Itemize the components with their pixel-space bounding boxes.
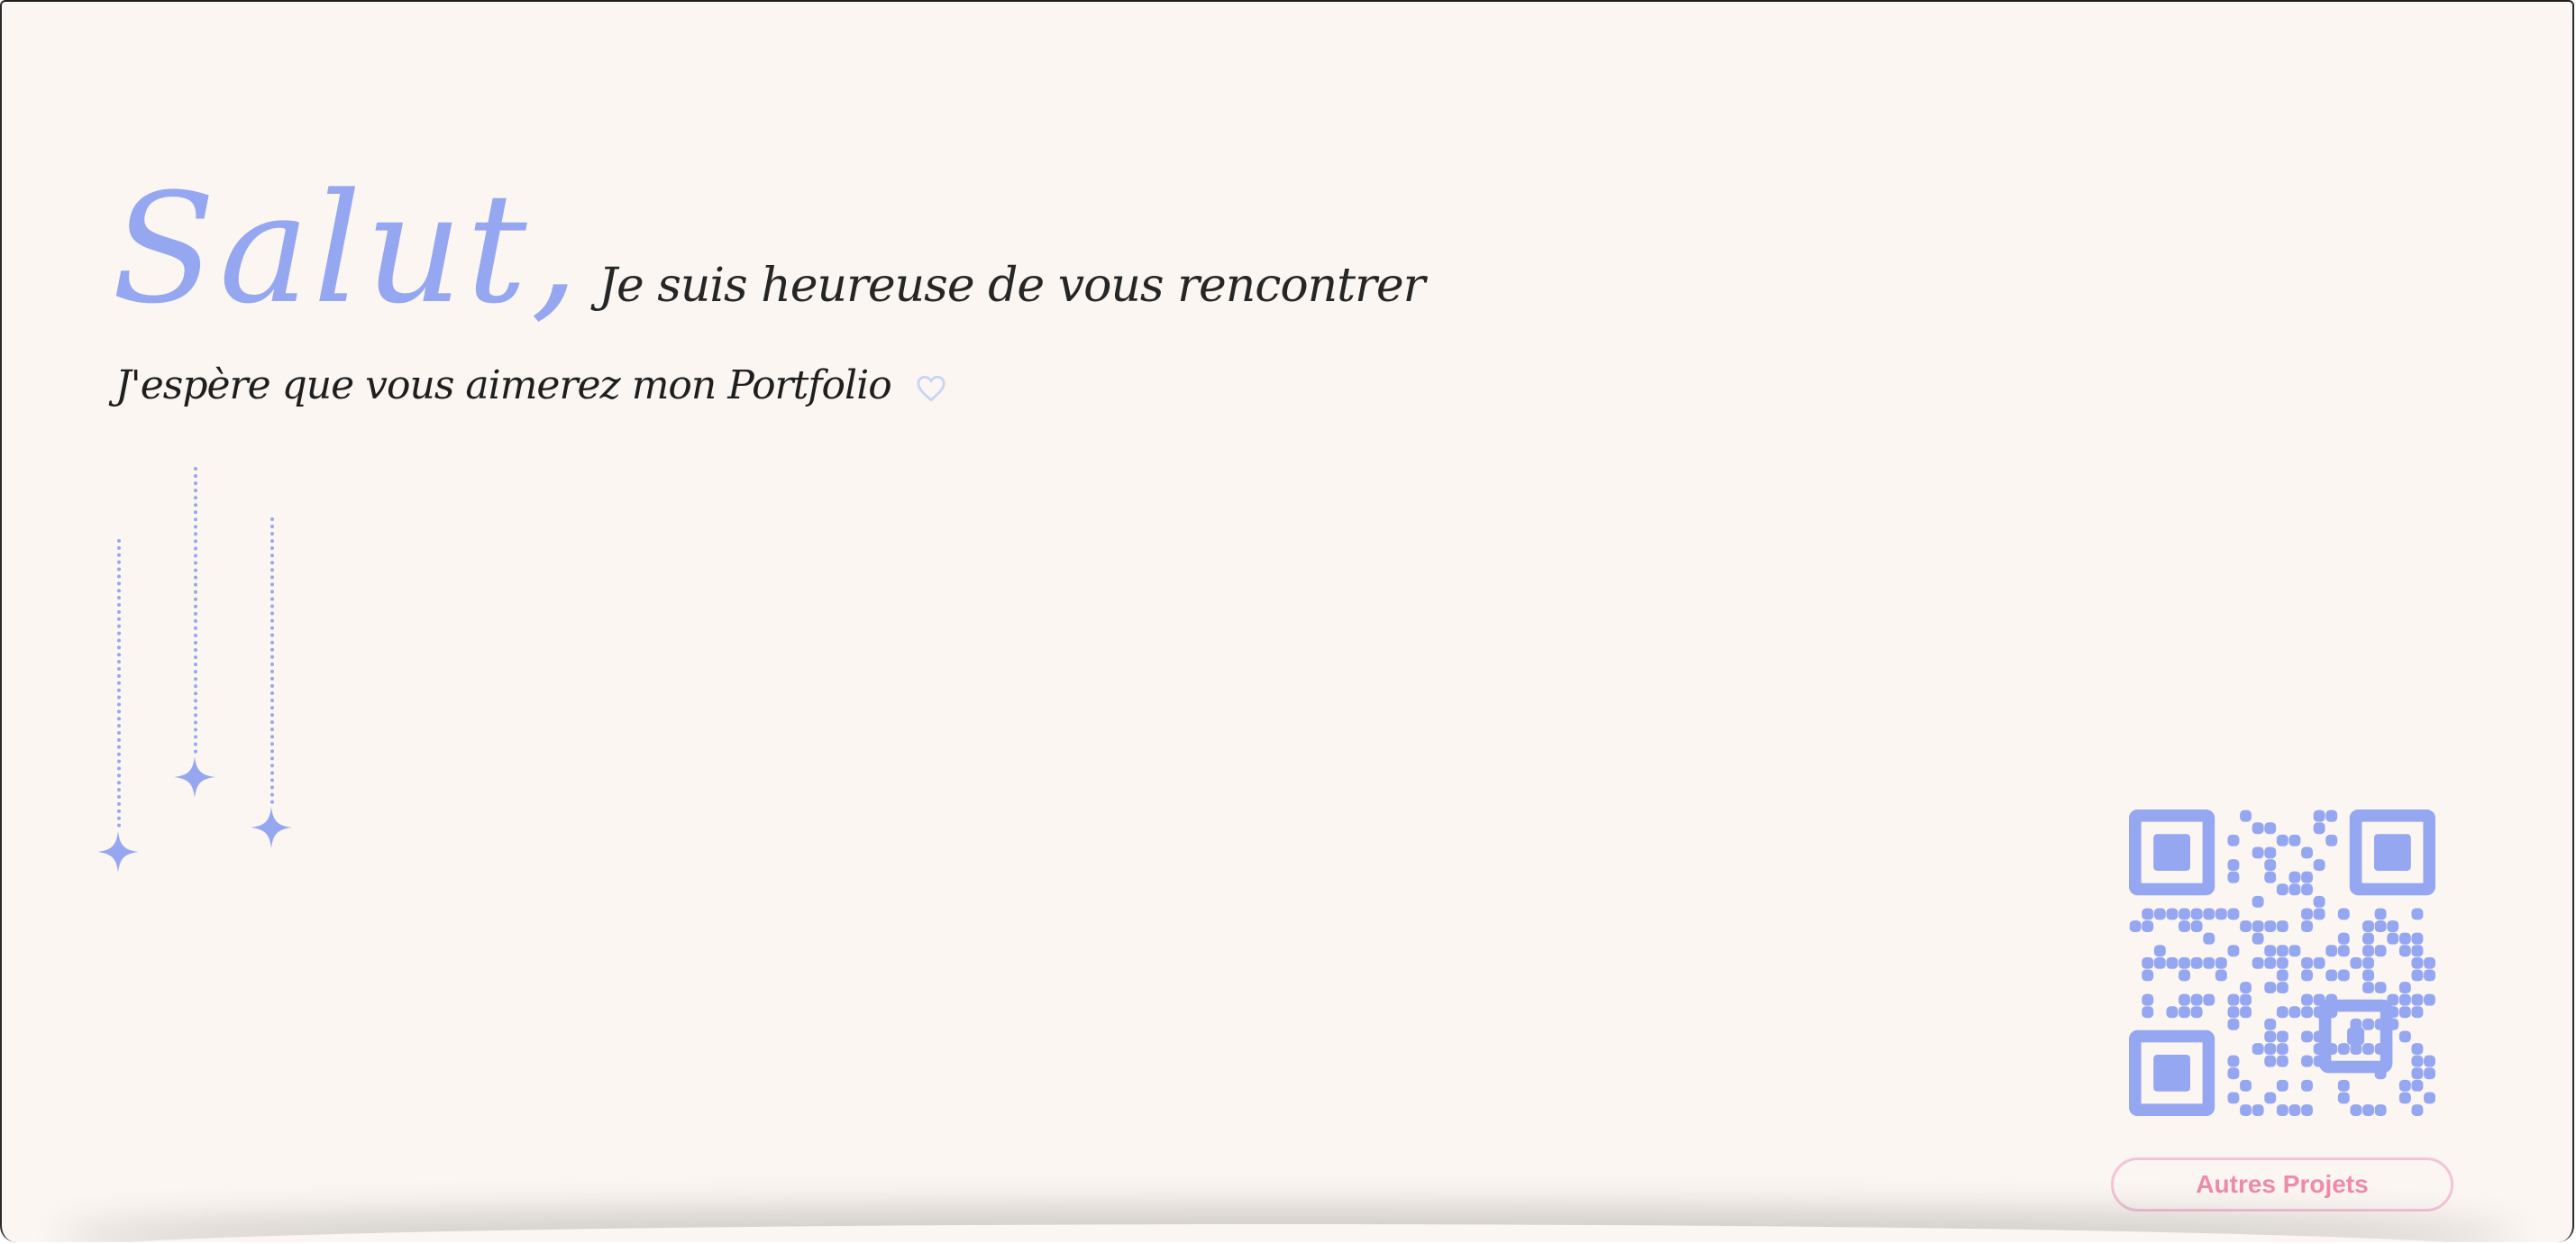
star-string-middle [194, 467, 197, 754]
sparkle-star-icon [96, 829, 141, 879]
sparkle-star-icon [172, 755, 217, 804]
bottom-shadow [56, 1224, 2518, 1242]
autres-projets-button[interactable]: Autres Projets [2111, 1157, 2453, 1212]
heart-icon [916, 368, 946, 414]
greeting: Salut, Je suis heureuse de vous rencontre… [112, 173, 1426, 325]
qr-code[interactable] [2129, 810, 2435, 1116]
greeting-headline: Je suis heureuse de vous rencontrer [598, 259, 1425, 313]
star-string-right [270, 517, 274, 804]
star-string-left [117, 539, 121, 828]
sparkle-star-icon [249, 805, 294, 855]
greeting-salut: Salut, [112, 160, 583, 337]
greeting-subline: J'espère que vous aimerez mon Portfolio [115, 362, 946, 414]
portfolio-page: Salut, Je suis heureuse de vous rencontre… [0, 0, 2574, 1242]
subline-text: J'espère que vous aimerez mon Portfolio [115, 362, 892, 408]
